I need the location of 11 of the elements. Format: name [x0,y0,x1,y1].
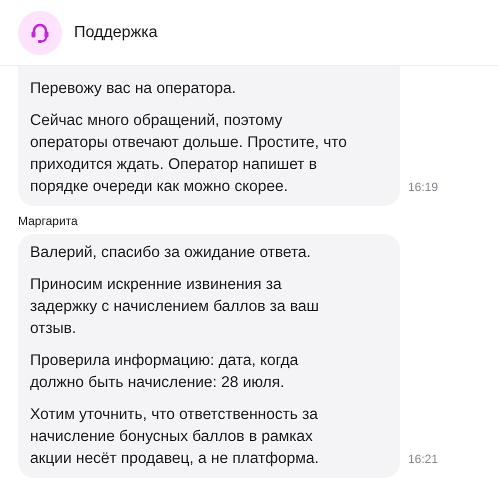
message-text: Сейчас много обращений, поэтому операторы отвечают дольше. Простите, что приходится ждать. Оператор напишет в порядке очереди как можно скорее. [30,111,348,197]
headset-icon [30,22,50,44]
message-text: Хотим уточнить, что ответственность за начисление бонусных баллов в рамках акции несёт продавец, а не платформа. [30,405,320,469]
message-text: Приносим искренние извинения за задержку с начислением баллов за ваш отзыв. [30,275,320,339]
message-time: 16:19 [408,179,438,196]
chat-title: Поддержка [74,22,158,42]
message-time: 16:21 [408,451,438,468]
sender-name: Маргарита [18,213,79,230]
message-text: Проверила информацию: дата, когда должно быть начисление: 28 июля. [30,351,300,393]
message-text: Перевожу вас на оператора. [30,79,237,99]
message-text: Валерий, спасибо за ожидание ответа. [30,243,312,263]
